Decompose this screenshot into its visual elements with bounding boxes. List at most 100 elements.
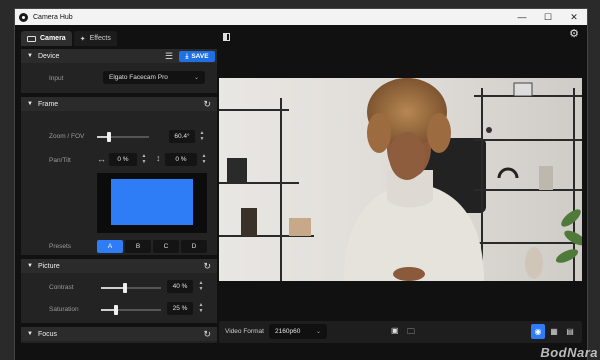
chevron-down-icon[interactable]: ▼ xyxy=(200,136,205,142)
device-section: ▼ Device ☰ ⤓ SAVE Input Elgato Facecam P… xyxy=(21,49,217,93)
chevron-down-icon[interactable]: ▼ xyxy=(142,159,147,165)
contrast-stepper[interactable]: ▲ ▼ xyxy=(196,278,206,294)
download-icon: ⤓ xyxy=(185,52,189,60)
pan-arrows-icon: ↔ xyxy=(97,154,106,164)
frame-section: ▼ Frame ↻ Zoom / FOV 60.4° ▲ ▼ Pan/Tilt … xyxy=(21,97,217,255)
photo-frame xyxy=(227,158,247,183)
video-format-value: 2160p60 xyxy=(275,328,301,335)
zoom-slider[interactable] xyxy=(97,132,149,142)
list-icon[interactable]: ☰ xyxy=(165,51,173,62)
maximize-icon[interactable]: ☐ xyxy=(535,9,561,25)
window-title: Camera Hub xyxy=(33,13,73,21)
input-label: Input xyxy=(49,75,64,82)
input-device-select[interactable]: Elgato Facecam Pro ⌄ xyxy=(103,71,205,84)
pan-value-field[interactable]: 0 % xyxy=(109,153,137,166)
saturation-label: Saturation xyxy=(49,306,79,313)
preset-a-label: A xyxy=(107,243,113,250)
zoom-label: Zoom / FOV xyxy=(49,133,85,140)
zoom-value: 60.4° xyxy=(174,133,190,140)
saturation-slider-handle[interactable] xyxy=(114,305,118,315)
watermark-logo: BodNara xyxy=(540,345,598,360)
folder-icon[interactable]: 🗀 xyxy=(407,326,415,340)
saturation-value: 25 % xyxy=(172,305,188,312)
tilt-arrows-icon: ↕ xyxy=(156,153,161,163)
histogram-icon[interactable]: ▤ xyxy=(563,324,577,339)
collapse-triangle-icon: ▼ xyxy=(27,263,33,269)
app-window: Camera Hub — ☐ ✕ Camera ✦ Effects ▼ Devi… xyxy=(14,8,588,360)
tilt-value: 0 % xyxy=(175,156,187,163)
frame-preview-rect[interactable] xyxy=(111,179,193,225)
picture-section-header[interactable]: ▼ Picture ↻ xyxy=(21,259,217,273)
camera-video-preview xyxy=(219,78,582,281)
pan-value: 0 % xyxy=(117,156,129,163)
focus-section: ▼ Focus ↻ xyxy=(21,327,217,343)
tab-bar: Camera ✦ Effects xyxy=(21,31,217,47)
saturation-value-field[interactable]: 25 % xyxy=(167,302,193,315)
contrast-slider-handle[interactable] xyxy=(123,283,127,293)
picture-section-title: Picture xyxy=(37,262,60,270)
snapshot-icon[interactable]: ▣ xyxy=(391,326,399,335)
preset-a-button[interactable]: A xyxy=(97,240,123,253)
reset-icon[interactable]: ↻ xyxy=(203,329,211,340)
tab-camera-label: Camera xyxy=(40,35,66,42)
save-button-label: SAVE xyxy=(191,53,209,60)
preset-d-button[interactable]: D xyxy=(181,240,207,253)
sidebar: Camera ✦ Effects ▼ Device ☰ ⤓ SAVE Input… xyxy=(21,31,217,357)
input-device-value: Elgato Facecam Pro xyxy=(109,74,168,81)
contrast-slider[interactable] xyxy=(101,283,161,293)
preset-c-button[interactable]: C xyxy=(153,240,179,253)
grid-icon[interactable]: ▦ xyxy=(547,324,561,339)
device-section-title: Device xyxy=(37,52,60,60)
chevron-down-icon: ⌄ xyxy=(315,329,321,335)
focus-section-header[interactable]: ▼ Focus ↻ xyxy=(21,327,217,341)
chevron-down-icon[interactable]: ▼ xyxy=(202,159,207,165)
pan-stepper[interactable]: ▲ ▼ xyxy=(139,151,149,167)
preset-b-button[interactable]: B xyxy=(125,240,151,253)
gear-icon[interactable]: ⚙ xyxy=(569,27,579,40)
reset-icon[interactable]: ↻ xyxy=(203,99,211,110)
video-format-label: Video Format xyxy=(225,328,264,335)
saturation-stepper[interactable]: ▲ ▼ xyxy=(196,300,206,316)
video-format-select[interactable]: 2160p60 ⌄ xyxy=(269,324,327,339)
zoom-value-field[interactable]: 60.4° xyxy=(169,130,195,143)
contrast-slider-fill xyxy=(101,287,125,289)
zoom-stepper[interactable]: ▲ ▼ xyxy=(197,128,207,144)
tilt-stepper[interactable]: ▲ ▼ xyxy=(199,151,209,167)
collapse-triangle-icon: ▼ xyxy=(27,331,33,337)
tab-effects-label: Effects xyxy=(89,35,111,42)
preset-d-label: D xyxy=(191,243,197,250)
collapse-triangle-icon: ▼ xyxy=(27,101,33,107)
chevron-down-icon[interactable]: ▼ xyxy=(199,308,204,314)
collapse-triangle-icon: ▼ xyxy=(27,53,33,59)
video-format-bar: Video Format 2160p60 ⌄ ▣ 🗀 ◉ ▦ ▤ xyxy=(219,321,582,343)
contrast-value: 40 % xyxy=(172,283,188,290)
tilt-value-field[interactable]: 0 % xyxy=(165,153,197,166)
camera-icon xyxy=(27,35,36,42)
app-logo-icon xyxy=(19,12,28,22)
preset-b-label: B xyxy=(135,243,141,250)
presets-label: Presets xyxy=(49,243,72,250)
contrast-value-field[interactable]: 40 % xyxy=(167,280,193,293)
frame-preview[interactable] xyxy=(97,173,207,233)
title-bar: Camera Hub — ☐ ✕ xyxy=(15,9,587,25)
tab-effects[interactable]: ✦ Effects xyxy=(73,31,117,46)
picture-section: ▼ Picture ↻ Contrast 40 % ▲ ▼ Saturation xyxy=(21,259,217,323)
reset-icon[interactable]: ↻ xyxy=(203,261,211,272)
focus-section-title: Focus xyxy=(37,330,58,338)
pantilt-label: Pan/Tilt xyxy=(49,157,71,164)
eye-icon[interactable]: ◉ xyxy=(531,324,545,339)
contrast-label: Contrast xyxy=(49,284,74,291)
chevron-down-icon[interactable]: ▼ xyxy=(199,286,204,292)
window-controls: — ☐ ✕ xyxy=(509,9,587,25)
sidebar-collapse-icon[interactable] xyxy=(223,33,230,41)
video-frame-image xyxy=(219,78,582,281)
saturation-slider[interactable] xyxy=(101,305,161,315)
save-button[interactable]: ⤓ SAVE xyxy=(179,51,215,62)
magic-wand-icon: ✦ xyxy=(79,35,86,43)
minimize-icon[interactable]: — xyxy=(509,9,535,25)
zoom-slider-handle[interactable] xyxy=(106,132,111,142)
tab-camera[interactable]: Camera xyxy=(21,31,72,46)
frame-section-title: Frame xyxy=(37,100,59,108)
frame-section-header[interactable]: ▼ Frame ↻ xyxy=(21,97,217,111)
close-icon[interactable]: ✕ xyxy=(561,9,587,25)
